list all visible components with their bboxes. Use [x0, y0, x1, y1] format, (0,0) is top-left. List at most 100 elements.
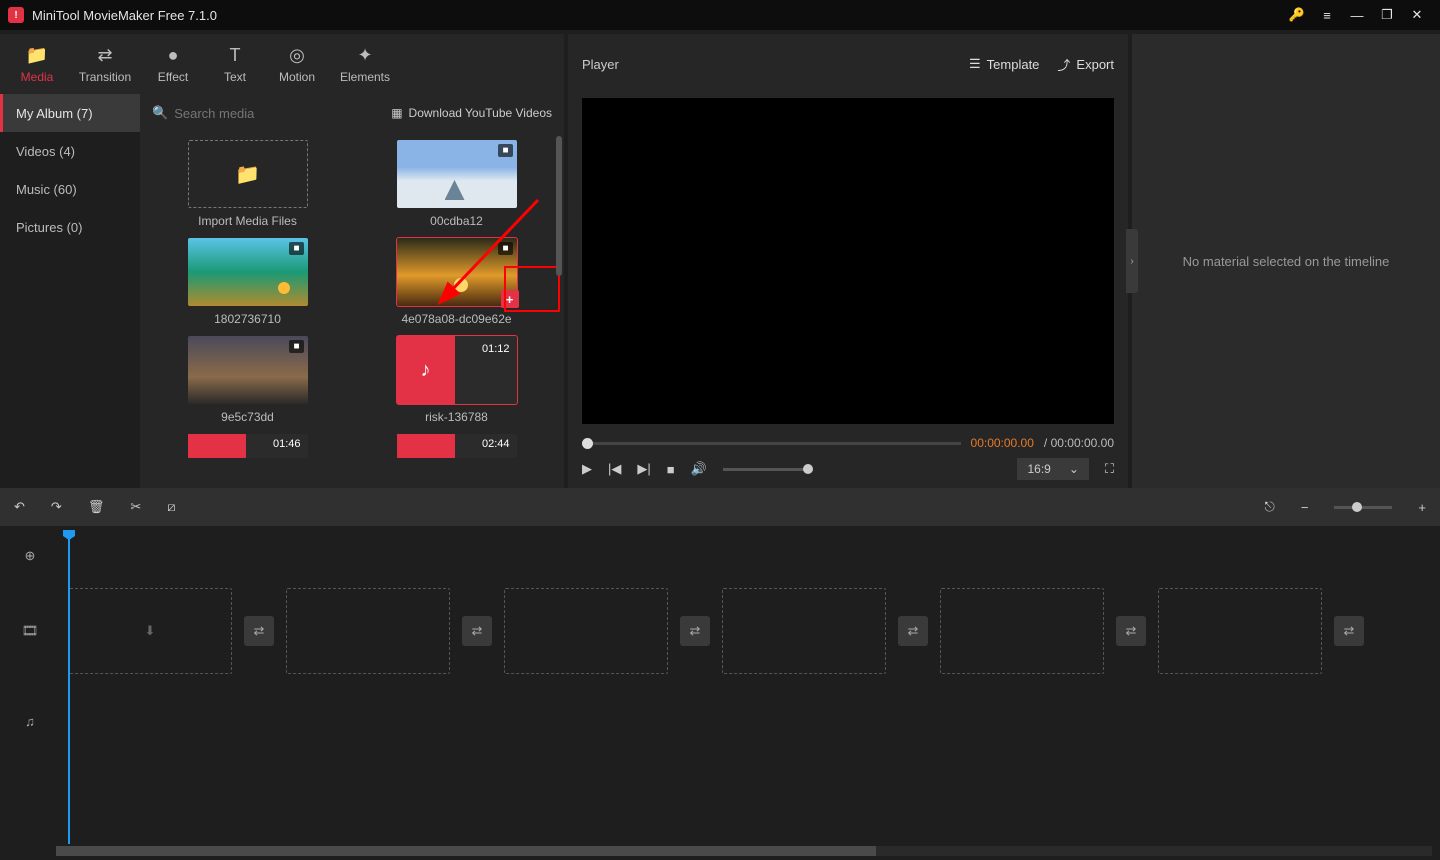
text-icon: T: [230, 45, 241, 66]
import-thumb: 📁: [188, 140, 308, 208]
seek-bar[interactable]: [582, 442, 961, 445]
cut-button[interactable]: ✂: [130, 499, 141, 515]
video-canvas[interactable]: [582, 98, 1114, 424]
media-duration: 01:12: [482, 343, 510, 355]
media-thumb: ■: [397, 140, 517, 208]
add-to-timeline-button[interactable]: +: [501, 290, 519, 308]
tab-text[interactable]: TText: [204, 34, 266, 94]
playhead[interactable]: [68, 534, 70, 844]
collapse-panel-button[interactable]: ›: [1126, 229, 1138, 293]
media-grid: 📁 Import Media Files ■ 00cdba12: [140, 132, 564, 466]
transition-slot[interactable]: ⇄: [898, 616, 928, 646]
sidebar-item-pictures[interactable]: Pictures (0): [0, 208, 140, 246]
prev-frame-button[interactable]: |◀: [608, 461, 621, 477]
clip-slot[interactable]: [722, 588, 886, 674]
add-track-button[interactable]: ⊕: [0, 526, 60, 586]
clip-slot[interactable]: [1158, 588, 1322, 674]
minimize-button[interactable]: —: [1342, 0, 1372, 30]
transition-slot[interactable]: ⇄: [462, 616, 492, 646]
export-button[interactable]: ⤴Export: [1057, 55, 1114, 74]
fullscreen-button[interactable]: ⛶: [1105, 461, 1114, 477]
search-box: 🔍: [152, 105, 391, 121]
zoom-handle[interactable]: [1352, 502, 1362, 512]
volume-handle[interactable]: [803, 464, 813, 474]
transition-slot[interactable]: ⇄: [1116, 616, 1146, 646]
media-item-music[interactable]: ♪ 01:12 risk-136788: [361, 336, 552, 424]
sidebar-item-videos[interactable]: Videos (4): [0, 132, 140, 170]
clip-slot[interactable]: [940, 588, 1104, 674]
player-controls: ▶ |◀ ▶| ■ 🔊 16:9⌄ ⛶: [568, 450, 1128, 488]
search-input[interactable]: [174, 106, 354, 121]
media-thumb: ■ +: [397, 238, 517, 306]
clip-slot[interactable]: ⬇: [68, 588, 232, 674]
transition-slot[interactable]: ⇄: [244, 616, 274, 646]
sidebar-item-music[interactable]: Music (60): [0, 170, 140, 208]
delete-button[interactable]: 🗑: [88, 499, 105, 515]
media-item-selected[interactable]: ■ + 4e078a08-dc09e62e: [361, 238, 552, 326]
media-area: 🔍 ▦ Download YouTube Videos 📁 Import Med…: [140, 94, 564, 488]
video-track[interactable]: ⬇ ⇄ ⇄ ⇄ ⇄ ⇄ ⇄: [60, 586, 1440, 676]
time-current: 00:00:00.00: [971, 436, 1034, 450]
youtube-icon: ▦: [391, 106, 402, 120]
player-header: Player ☰Template ⤴Export: [568, 34, 1128, 94]
sidebar-item-myalbum[interactable]: My Album (7): [0, 94, 140, 132]
tab-elements[interactable]: ✦Elements: [328, 34, 402, 94]
aspect-ratio-select[interactable]: 16:9⌄: [1017, 458, 1088, 480]
app-icon: !: [8, 7, 24, 23]
import-media-button[interactable]: 📁 Import Media Files: [152, 140, 343, 228]
volume-icon[interactable]: 🔊: [691, 461, 707, 477]
media-item[interactable]: ■ 00cdba12: [361, 140, 552, 228]
left-panel: 📁Media ⇄Transition ●Effect TText ◎Motion…: [0, 34, 564, 488]
tab-media[interactable]: 📁Media: [6, 34, 68, 94]
zoom-slider[interactable]: [1334, 506, 1392, 509]
media-item-music[interactable]: 01:46: [152, 434, 343, 458]
title-bar: ! MiniTool MovieMaker Free 7.1.0 🔑 ≡ — ❐…: [0, 0, 1440, 30]
timeline-ruler[interactable]: [60, 526, 1440, 586]
media-scrollbar[interactable]: [556, 136, 562, 484]
timeline-main[interactable]: ⬇ ⇄ ⇄ ⇄ ⇄ ⇄ ⇄: [60, 526, 1440, 860]
media-item[interactable]: ■ 1802736710: [152, 238, 343, 326]
audio-track[interactable]: [60, 676, 1440, 766]
media-top-bar: 🔍 ▦ Download YouTube Videos: [140, 94, 564, 132]
media-duration: 02:44: [482, 438, 510, 450]
elements-icon: ✦: [357, 45, 372, 66]
play-button[interactable]: ▶: [582, 461, 592, 477]
template-button[interactable]: ☰Template: [969, 55, 1039, 74]
clip-slot[interactable]: [504, 588, 668, 674]
zoom-out-button[interactable]: −: [1301, 500, 1309, 515]
clip-slot[interactable]: [286, 588, 450, 674]
tab-effect[interactable]: ●Effect: [142, 34, 204, 94]
tab-motion[interactable]: ◎Motion: [266, 34, 328, 94]
volume-slider[interactable]: [723, 468, 813, 471]
stop-button[interactable]: ■: [667, 462, 675, 477]
activate-key-icon[interactable]: 🔑: [1282, 0, 1312, 30]
video-badge-icon: ■: [289, 242, 303, 255]
media-item[interactable]: ■ 9e5c73dd: [152, 336, 343, 424]
transition-slot[interactable]: ⇄: [680, 616, 710, 646]
seek-handle[interactable]: [582, 438, 593, 449]
maximize-button[interactable]: ❐: [1372, 0, 1402, 30]
template-icon: ☰: [969, 56, 981, 72]
media-item-music[interactable]: 02:44: [361, 434, 552, 458]
player-panel: Player ☰Template ⤴Export 00:00:00.00 / 0…: [568, 34, 1128, 488]
undo-button[interactable]: ↶: [14, 499, 25, 515]
app-title: MiniTool MovieMaker Free 7.1.0: [32, 8, 217, 23]
next-frame-button[interactable]: ▶|: [637, 461, 650, 477]
video-badge-icon: ■: [498, 144, 512, 157]
transition-slot[interactable]: ⇄: [1334, 616, 1364, 646]
no-selection-message: No material selected on the timeline: [1183, 254, 1390, 269]
main-row: 📁Media ⇄Transition ●Effect TText ◎Motion…: [0, 30, 1440, 488]
snap-button[interactable]: ⎋: [1265, 499, 1275, 515]
zoom-in-button[interactable]: +: [1418, 500, 1426, 515]
crop-button[interactable]: ⧄: [167, 499, 175, 515]
close-button[interactable]: ✕: [1402, 0, 1432, 30]
media-thumb: 02:44: [397, 434, 517, 458]
timeline-hscrollbar[interactable]: [56, 846, 1432, 856]
folder-icon: 📁: [26, 45, 48, 66]
video-badge-icon: ■: [289, 340, 303, 353]
app-menu-icon[interactable]: ≡: [1312, 0, 1342, 30]
panel-body: My Album (7) Videos (4) Music (60) Pictu…: [0, 94, 564, 488]
redo-button[interactable]: ↷: [51, 499, 62, 515]
download-youtube-link[interactable]: ▦ Download YouTube Videos: [391, 106, 552, 120]
tab-transition[interactable]: ⇄Transition: [68, 34, 142, 94]
